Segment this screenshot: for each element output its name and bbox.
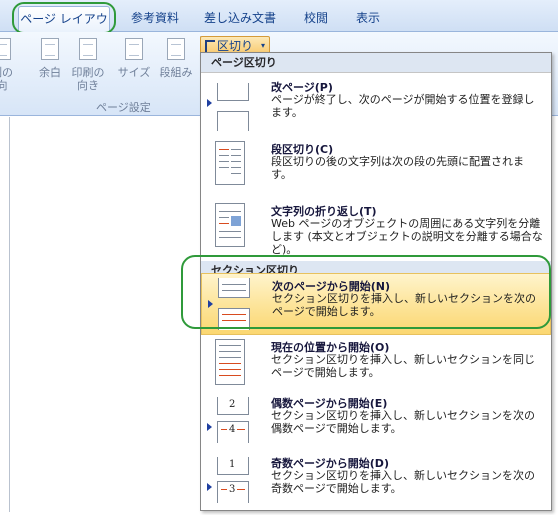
tab-mailings[interactable]: 差し込み文書 (200, 6, 280, 32)
page-breaks-header: ページ区切り (201, 53, 551, 73)
ribbon-button-label: サイズ (117, 66, 151, 79)
menu-item-description: セクション区切りを挿入し、新しいセクションを次の奇数ページで開始します。 (271, 469, 535, 495)
margins-icon (41, 38, 59, 60)
menu-item-description: ページが終了し、次のページが開始する位置を登録します。 (271, 93, 535, 119)
size-icon (125, 38, 143, 60)
tab-references[interactable]: 参考資料 (126, 6, 184, 32)
odd-icon-number-top: 1 (229, 459, 236, 470)
orientation-icon (79, 38, 97, 60)
columns-button[interactable]: 段組み (156, 36, 196, 96)
page-setup-group-label: ページ設定 (96, 101, 151, 114)
menu-item-page-break[interactable]: 改ページ(P) ページが終了し、次のページが開始する位置を登録します。 (201, 75, 551, 137)
tab-annotation-ring (12, 2, 116, 34)
menu-item-description: セクション区切りを挿入し、新しいセクションを次の偶数ページで開始します。 (271, 409, 535, 435)
menu-item-description: セクション区切りを挿入し、新しいセクションを同じページで開始します。 (271, 353, 535, 379)
breaks-icon (205, 40, 215, 52)
ribbon-button-label: 印刷の 向き (71, 66, 105, 92)
columns-icon (167, 38, 185, 60)
page-break-icon (207, 83, 257, 133)
section-annotation-ring (181, 255, 551, 329)
menu-item-description: Web ページのオブジェクトの周囲にある文字列を分離します (本文とオブジェクト… (271, 217, 543, 256)
text-wrapping-icon (215, 203, 245, 253)
menu-item-description: 段区切りの後の文字列は次の段の先頭に配置されます。 (271, 155, 524, 181)
tab-review[interactable]: 校閲 (298, 6, 334, 32)
ribbon-button-label: 段組み (159, 66, 193, 79)
column-break-icon (215, 141, 245, 191)
tab-view[interactable]: 表示 (350, 6, 386, 32)
breaks-label: 区切り (217, 39, 254, 53)
document-area[interactable] (0, 117, 200, 515)
ribbon-columns-direction-button[interactable]: 列の 向 (0, 36, 22, 96)
menu-item-odd-page[interactable]: 1 3 奇数ページから開始(D) セクション区切りを挿入し、新しいセクションを次… (201, 451, 551, 513)
even-icon-number-bottom: 4 (229, 424, 236, 435)
even-page-section-icon: 2 4 (207, 397, 257, 449)
menu-item-continuous[interactable]: 現在の位置から開始(O) セクション区切りを挿入し、新しいセクションを同じページ… (201, 335, 551, 397)
page-direction-icon (0, 38, 11, 60)
menu-item-even-page[interactable]: 2 4 偶数ページから開始(E) セクション区切りを挿入し、新しいセクションを次… (201, 391, 551, 453)
odd-icon-number-bottom: 3 (229, 484, 236, 495)
size-button[interactable]: サイズ (114, 36, 154, 96)
orientation-button[interactable]: 印刷の 向き (68, 36, 108, 96)
ribbon-button-label: 列の 向 (0, 66, 13, 92)
continuous-section-icon (215, 339, 245, 389)
menu-item-column-break[interactable]: 段区切り(C) 段区切りの後の文字列は次の段の先頭に配置されます。 (201, 137, 551, 199)
odd-page-section-icon: 1 3 (207, 457, 257, 509)
menu-item-text-wrapping[interactable]: 文字列の折り返し(T) Web ページのオブジェクトの周囲にある文字列を分離しま… (201, 199, 551, 261)
document-page-edge (9, 117, 10, 512)
even-icon-number-top: 2 (229, 399, 236, 410)
